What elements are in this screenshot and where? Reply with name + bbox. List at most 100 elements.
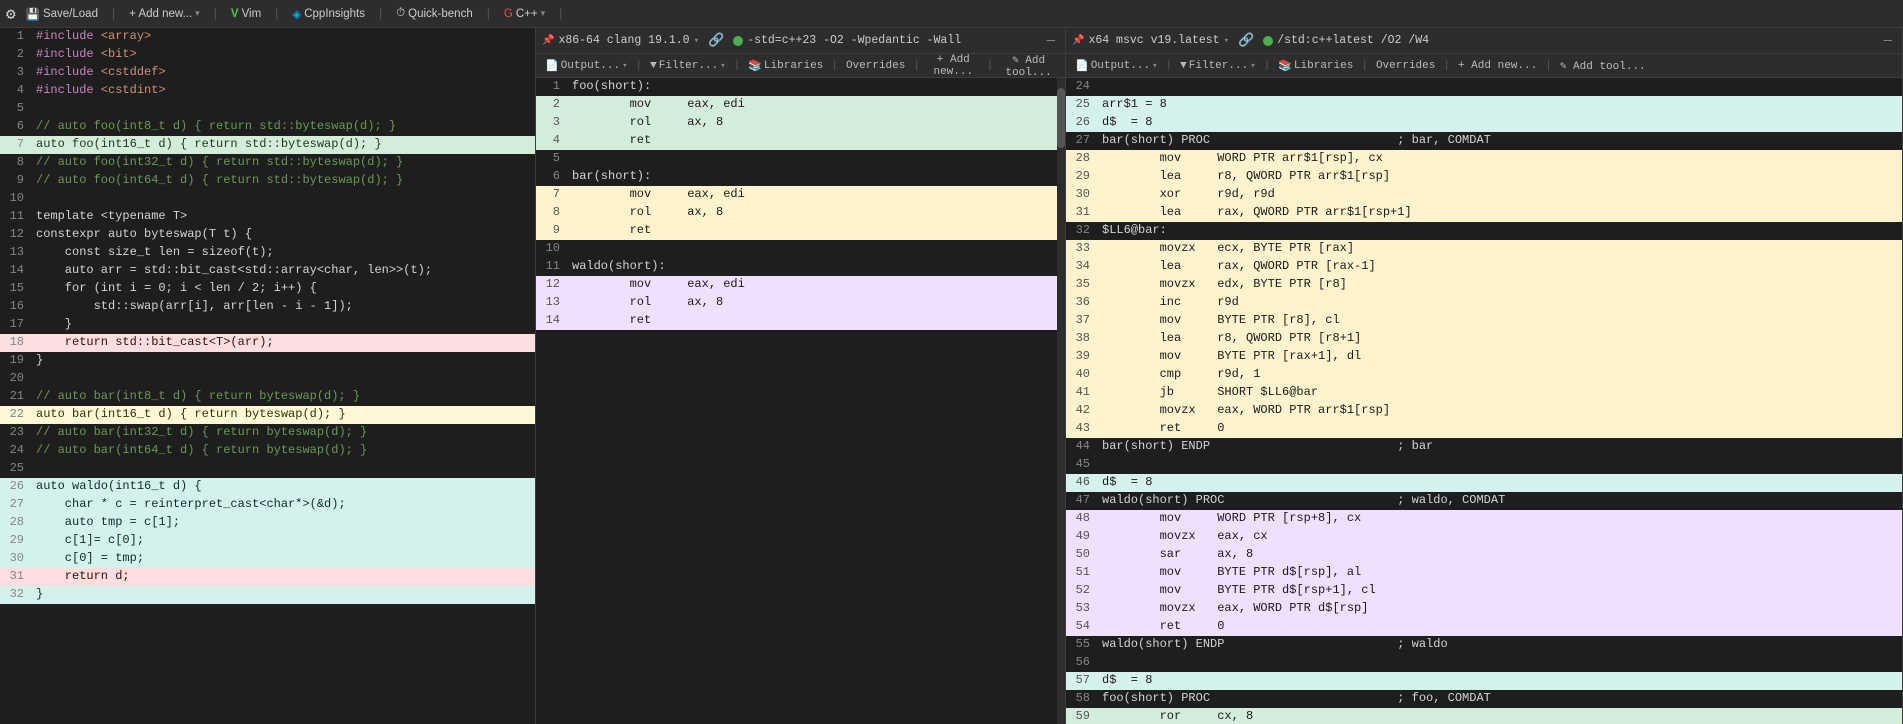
- line-content: [1098, 78, 1902, 96]
- cpp-insights-button[interactable]: ◈ CppInsights: [286, 5, 371, 23]
- clang-scrollbar-thumb[interactable]: [1057, 88, 1065, 148]
- vim-logo: V: [231, 8, 239, 20]
- line-content: bar(short) PROC ; bar, COMDAT: [1098, 132, 1902, 150]
- cpp-button[interactable]: G C++ ▾: [498, 6, 551, 22]
- table-row: 25: [0, 460, 535, 478]
- add-new-arrow: ▾: [195, 8, 200, 19]
- clang-overrides-btn[interactable]: Overrides: [841, 59, 910, 73]
- line-content: mov BYTE PTR [r8], cl: [1098, 312, 1902, 330]
- clang-output-btn[interactable]: 📄 Output... ▾: [540, 58, 633, 74]
- line-number: 3: [0, 64, 32, 82]
- table-row: 17 }: [0, 316, 535, 334]
- line-number: 50: [1066, 546, 1098, 564]
- table-row: 59 ror cx, 8: [1066, 708, 1902, 724]
- line-content: waldo(short) ENDP ; waldo: [1098, 636, 1902, 654]
- line-number: 2: [0, 46, 32, 64]
- line-number: 9: [536, 222, 568, 240]
- table-row: 32}: [0, 586, 535, 604]
- line-number: 10: [0, 190, 32, 208]
- line-content: [32, 100, 535, 118]
- clang-filter-icon: ▼: [650, 60, 657, 72]
- line-content: ror cx, 8: [1098, 708, 1902, 724]
- line-number: 26: [0, 478, 32, 496]
- line-content: #include <bit>: [32, 46, 535, 64]
- line-number: 40: [1066, 366, 1098, 384]
- msvc-close-button[interactable]: —: [1880, 33, 1896, 49]
- line-number: 54: [1066, 618, 1098, 636]
- clang-compiler-arrow[interactable]: ▾: [694, 36, 699, 46]
- line-number: 5: [0, 100, 32, 118]
- msvc-code-area[interactable]: 2425arr$1 = 826d$ = 827bar(short) PROC ;…: [1066, 78, 1902, 724]
- clang-scrollbar[interactable]: [1057, 78, 1065, 724]
- table-row: 24// auto bar(int64_t d) { return bytesw…: [0, 442, 535, 460]
- line-number: 36: [1066, 294, 1098, 312]
- clang-add-new-btn[interactable]: + Add new...: [923, 53, 984, 79]
- clang-filter-btn[interactable]: ▼ Filter... ▾: [645, 59, 730, 73]
- table-row: 51 mov BYTE PTR d$[rsp], al: [1066, 564, 1902, 582]
- clang-close-button[interactable]: —: [1043, 33, 1059, 49]
- msvc-overrides-btn[interactable]: Overrides: [1371, 59, 1440, 73]
- line-content: mov WORD PTR [rsp+8], cx: [1098, 510, 1902, 528]
- line-number: 57: [1066, 672, 1098, 690]
- clang-link-button[interactable]: 🔗: [703, 32, 729, 49]
- save-load-button[interactable]: 💾 Save/Load: [20, 5, 104, 23]
- msvc-filter-btn[interactable]: ▼ Filter... ▾: [1175, 59, 1260, 73]
- table-row: 13 rol ax, 8: [536, 294, 1065, 312]
- quick-bench-button[interactable]: ⏱ Quick-bench: [390, 5, 479, 22]
- table-row: 43 ret 0: [1066, 420, 1902, 438]
- line-content: ret: [568, 222, 1065, 240]
- table-row: 27 char * c = reinterpret_cast<char*>(&d…: [0, 496, 535, 514]
- add-new-button[interactable]: + Add new... ▾: [123, 6, 206, 22]
- line-content: arr$1 = 8: [1098, 96, 1902, 114]
- table-row: 8 rol ax, 8: [536, 204, 1065, 222]
- clang-add-tool-btn[interactable]: ✎ Add tool...: [996, 52, 1061, 80]
- table-row: 28 mov WORD PTR arr$1[rsp], cx: [1066, 150, 1902, 168]
- vim-button[interactable]: V Vim: [225, 6, 267, 22]
- msvc-libraries-btn[interactable]: 📚 Libraries: [1273, 58, 1358, 74]
- msvc-add-new-btn[interactable]: + Add new...: [1453, 59, 1542, 73]
- table-row: 38 lea r8, QWORD PTR [r8+1]: [1066, 330, 1902, 348]
- line-content: ret: [568, 132, 1065, 150]
- line-content: #include <cstdint>: [32, 82, 535, 100]
- msvc-link-button[interactable]: 🔗: [1233, 32, 1259, 49]
- line-content: $LL6@bar:: [1098, 222, 1902, 240]
- line-number: 24: [1066, 78, 1098, 96]
- line-number: 14: [0, 262, 32, 280]
- table-row: 2 mov eax, edi: [536, 96, 1065, 114]
- line-content: foo(short):: [568, 78, 1065, 96]
- line-number: 2: [536, 96, 568, 114]
- table-row: 6// auto foo(int8_t d) { return std::byt…: [0, 118, 535, 136]
- line-number: 11: [0, 208, 32, 226]
- table-row: 26auto waldo(int16_t d) {: [0, 478, 535, 496]
- clang-output-arrow: ▾: [622, 61, 627, 71]
- clang-compiler-label: x86-64 clang 19.1.0: [558, 34, 689, 47]
- line-number: 51: [1066, 564, 1098, 582]
- msvc-add-tool-btn[interactable]: ✎ Add tool...: [1555, 58, 1651, 74]
- table-row: 29 c[1]= c[0];: [0, 532, 535, 550]
- source-code-area[interactable]: 1#include <array>2#include <bit>3#includ…: [0, 28, 535, 724]
- line-content: rol ax, 8: [568, 204, 1065, 222]
- msvc-filter-arrow: ▾: [1250, 61, 1255, 71]
- line-number: 35: [1066, 276, 1098, 294]
- msvc-sub-toolbar: 📄 Output... ▾ | ▼ Filter... ▾ | 📚 Librar…: [1066, 54, 1902, 78]
- line-content: [32, 190, 535, 208]
- msvc-options-label: /std:c++latest /O2 /W4: [1277, 34, 1875, 47]
- clang-code-area[interactable]: 1foo(short):2 mov eax, edi3 rol ax, 84 r…: [536, 78, 1065, 724]
- line-content: constexpr auto byteswap(T t) {: [32, 226, 535, 244]
- line-number: 28: [1066, 150, 1098, 168]
- line-content: mov WORD PTR arr$1[rsp], cx: [1098, 150, 1902, 168]
- msvc-output-btn[interactable]: 📄 Output... ▾: [1070, 58, 1163, 74]
- line-content: xor r9d, r9d: [1098, 186, 1902, 204]
- msvc-compiler-arrow[interactable]: ▾: [1224, 36, 1229, 46]
- line-number: 55: [1066, 636, 1098, 654]
- line-content: bar(short) ENDP ; bar: [1098, 438, 1902, 456]
- line-content: cmp r9d, 1: [1098, 366, 1902, 384]
- table-row: 12constexpr auto byteswap(T t) {: [0, 226, 535, 244]
- top-toolbar: ⚙ 💾 Save/Load | + Add new... ▾ | V Vim |…: [0, 0, 1903, 28]
- line-number: 37: [1066, 312, 1098, 330]
- line-number: 4: [0, 82, 32, 100]
- table-row: 15 for (int i = 0; i < len / 2; i++) {: [0, 280, 535, 298]
- line-number: 1: [0, 28, 32, 46]
- clang-libraries-btn[interactable]: 📚 Libraries: [743, 58, 828, 74]
- table-row: 19}: [0, 352, 535, 370]
